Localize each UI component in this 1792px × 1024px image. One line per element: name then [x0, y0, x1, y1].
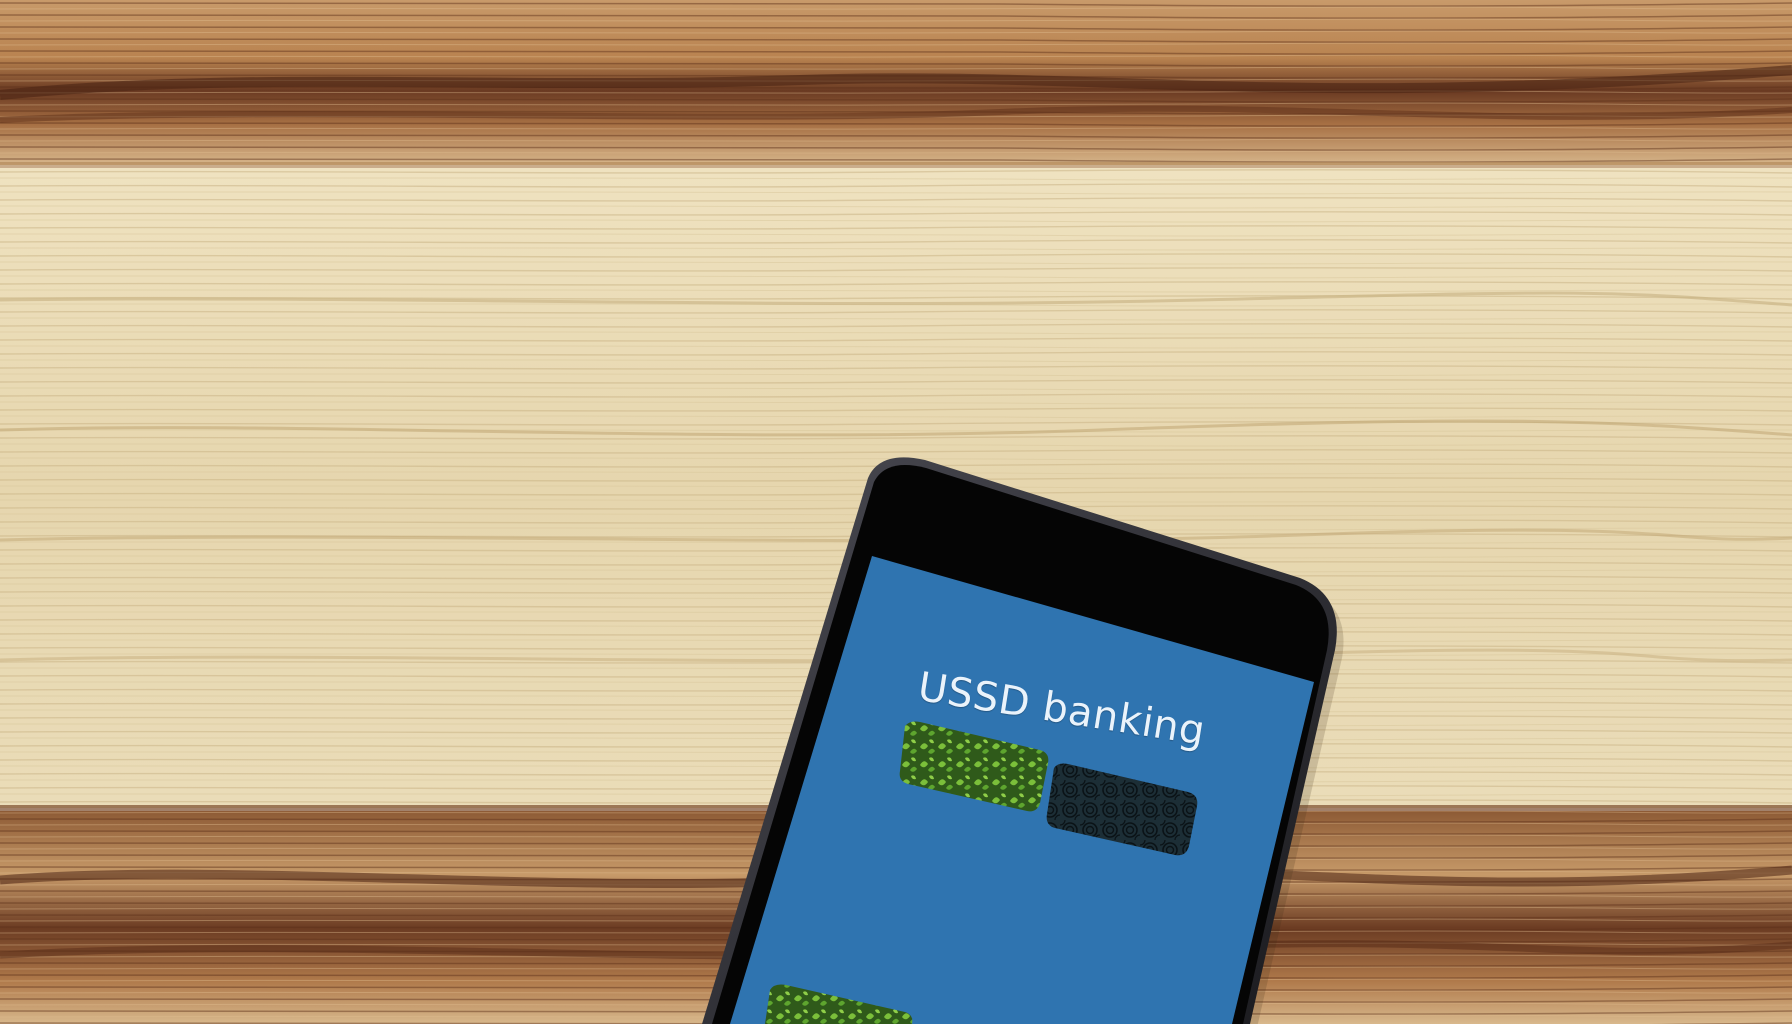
photo-scene: USSD banking — [0, 0, 1792, 1024]
smartphone — [0, 0, 1792, 1024]
